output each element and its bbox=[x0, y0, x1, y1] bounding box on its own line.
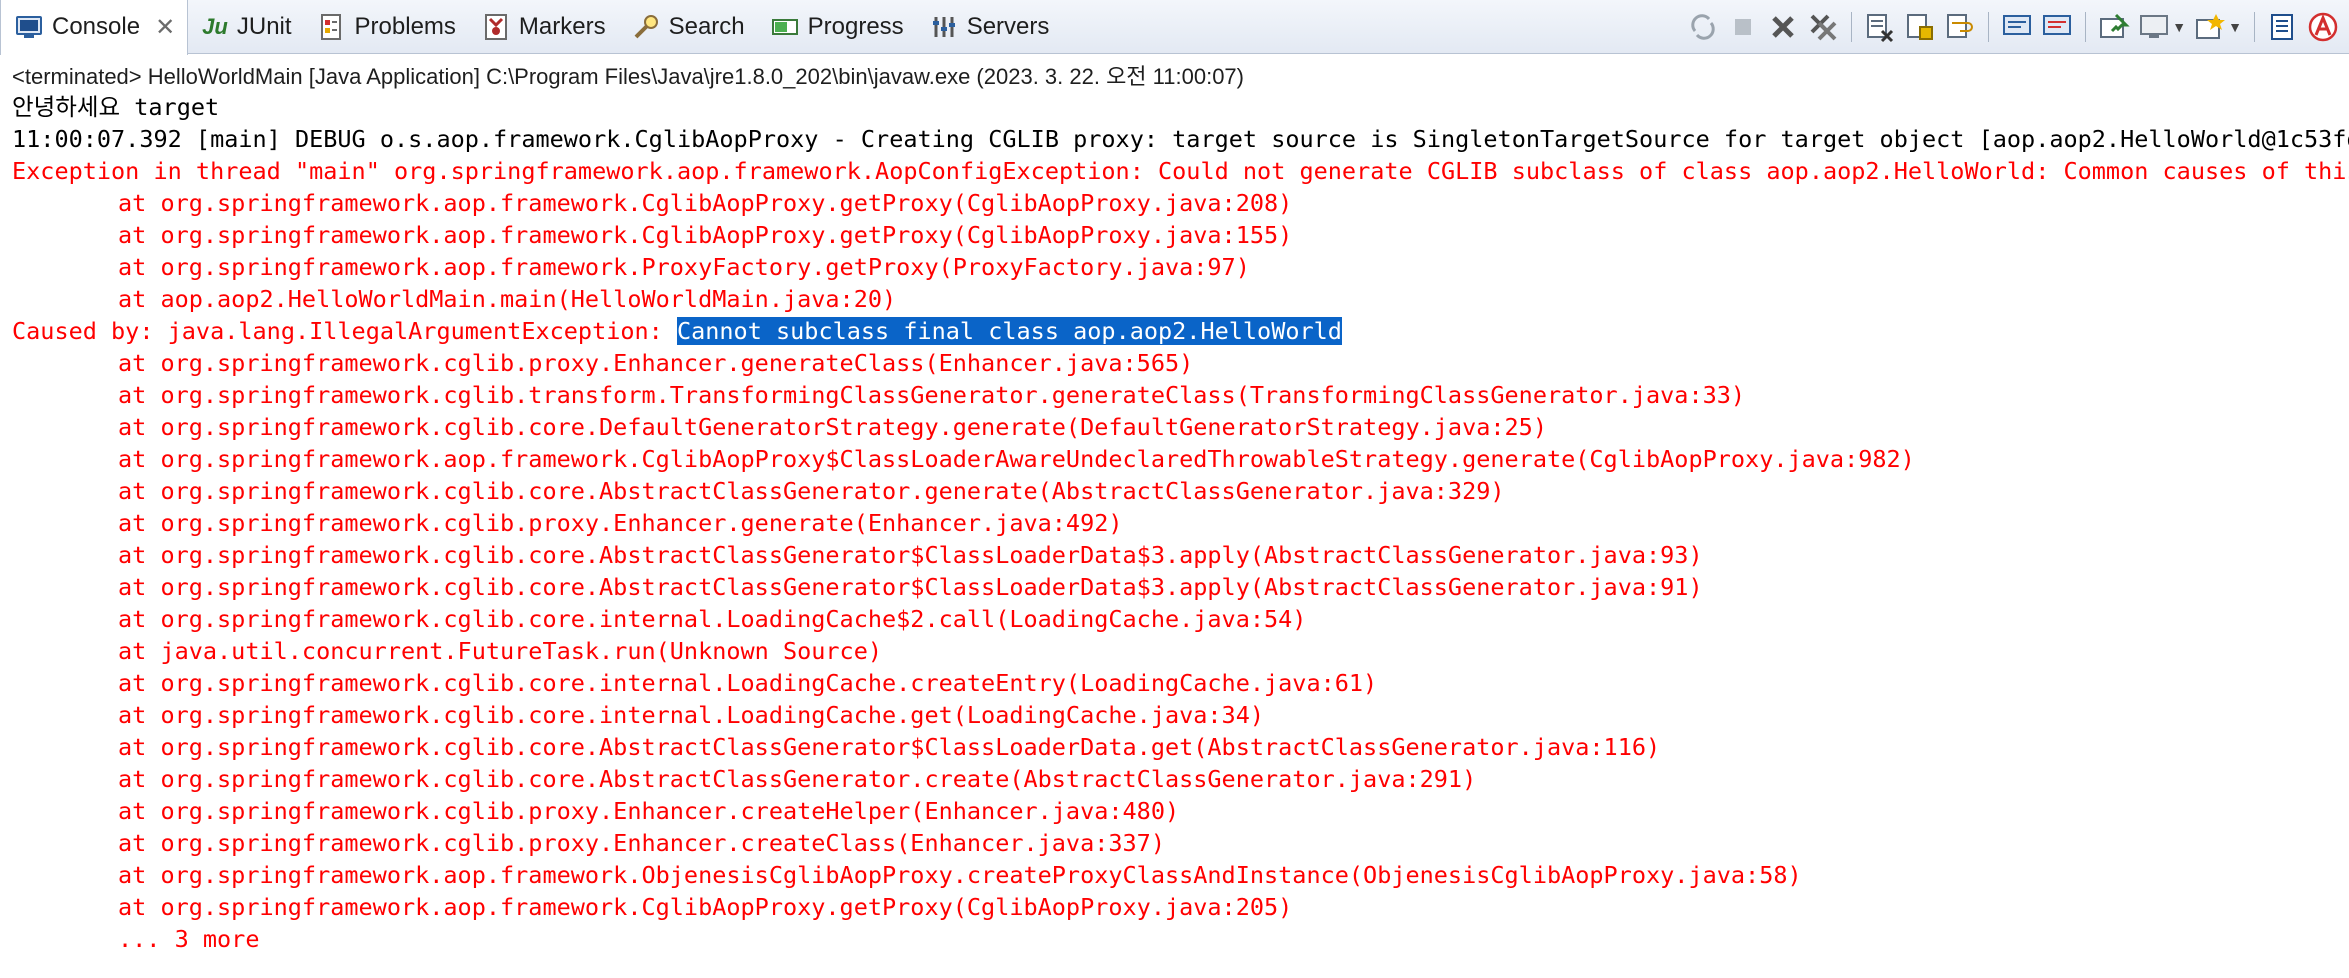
stack-trace-line: at org.springframework.cglib.core.Abstra… bbox=[118, 477, 1505, 505]
toolbar-separator bbox=[1988, 12, 1990, 42]
servers-icon bbox=[930, 13, 958, 41]
stack-trace-line: at org.springframework.cglib.transform.T… bbox=[118, 381, 1746, 409]
problems-icon bbox=[318, 13, 346, 41]
tab-search[interactable]: Search bbox=[618, 0, 757, 54]
stack-trace-line: at org.springframework.cglib.core.Abstra… bbox=[118, 733, 1661, 761]
more-frames-line: ... 3 more bbox=[118, 925, 260, 953]
stack-trace-line: at org.springframework.aop.framework.Cgl… bbox=[118, 893, 1293, 921]
console-output[interactable]: 안녕하세요 target 11:00:07.392 [main] DEBUG o.… bbox=[12, 91, 2349, 971]
console-icon bbox=[15, 13, 43, 41]
caused-by-prefix: Caused by: java.lang.IllegalArgumentExce… bbox=[12, 317, 677, 345]
selected-text[interactable]: Cannot subclass final class aop.aop2.Hel… bbox=[676, 317, 1342, 345]
stack-trace-line: at org.springframework.cglib.core.Abstra… bbox=[118, 765, 1477, 793]
stack-trace-line: at org.springframework.aop.framework.Pro… bbox=[118, 253, 1250, 281]
toolbar-separator bbox=[1851, 12, 1853, 42]
progress-icon bbox=[771, 13, 799, 41]
ime-indicator-icon bbox=[2307, 11, 2339, 43]
tab-search-label: Search bbox=[668, 12, 745, 40]
tab-problems-label: Problems bbox=[354, 12, 456, 40]
tab-junit[interactable]: Ju JUnit bbox=[188, 0, 303, 54]
caused-by-line: Caused by: java.lang.IllegalArgumentExce… bbox=[12, 315, 2349, 347]
stack-trace-line: at org.springframework.cglib.core.Abstra… bbox=[118, 573, 1703, 601]
tab-servers-label: Servers bbox=[966, 12, 1050, 40]
tab-console[interactable]: Console ✕ bbox=[0, 0, 189, 55]
stack-trace-line: at org.springframework.aop.framework.Cgl… bbox=[118, 221, 1293, 249]
tab-servers[interactable]: Servers bbox=[916, 0, 1062, 54]
stack-trace-line: at org.springframework.cglib.core.intern… bbox=[118, 605, 1307, 633]
chevron-down-icon[interactable]: ▼ bbox=[2228, 19, 2242, 35]
remove-launch-icon[interactable] bbox=[1767, 11, 1799, 43]
show-stderr-icon[interactable] bbox=[2041, 11, 2073, 43]
tab-markers-label: Markers bbox=[518, 12, 606, 40]
open-console-icon[interactable] bbox=[2194, 11, 2226, 43]
terminate-icon[interactable] bbox=[1727, 11, 1759, 43]
markers-icon bbox=[482, 13, 510, 41]
stack-trace-line: at org.springframework.aop.framework.Cgl… bbox=[118, 189, 1293, 217]
stack-trace-line: at org.springframework.cglib.core.Abstra… bbox=[118, 541, 1703, 569]
toolbar-separator bbox=[2254, 12, 2255, 42]
exception-header-line: Exception in thread "main" org.springfra… bbox=[12, 157, 2349, 185]
stack-trace-line: at org.springframework.cglib.core.intern… bbox=[118, 669, 1378, 697]
tab-console-label: Console bbox=[52, 13, 141, 40]
stdout-line: 안녕하세요 target bbox=[12, 93, 220, 121]
close-icon[interactable]: ✕ bbox=[155, 13, 175, 42]
console-toolbar: ▼ ▼ bbox=[1687, 0, 2339, 54]
tab-markers[interactable]: Markers bbox=[468, 0, 618, 54]
chevron-down-icon[interactable]: ▼ bbox=[2172, 19, 2186, 35]
tab-junit-label: JUnit bbox=[236, 12, 292, 40]
scroll-lock-icon[interactable] bbox=[1904, 11, 1936, 43]
display-console-icon[interactable] bbox=[2138, 11, 2170, 43]
stdout-line: 11:00:07.392 [main] DEBUG o.s.aop.framew… bbox=[12, 125, 2349, 153]
tab-progress-label: Progress bbox=[807, 12, 904, 40]
stack-trace-line: at org.springframework.cglib.proxy.Enhan… bbox=[118, 829, 1165, 857]
stack-trace-line: at org.springframework.cglib.core.intern… bbox=[118, 701, 1265, 729]
refresh-icon[interactable] bbox=[1687, 11, 1719, 43]
pin-console-icon[interactable] bbox=[2098, 11, 2130, 43]
stack-trace-line: at org.springframework.aop.framework.Obj… bbox=[118, 861, 1802, 889]
show-stdout-icon[interactable] bbox=[2001, 11, 2033, 43]
junit-icon: Ju bbox=[202, 13, 228, 39]
stack-trace-line: at java.util.concurrent.FutureTask.run(U… bbox=[118, 637, 883, 665]
stack-trace-line: at org.springframework.cglib.proxy.Enhan… bbox=[118, 797, 1180, 825]
view-tab-bar: Console ✕ Ju JUnit Problems Markers Sear… bbox=[0, 0, 2349, 55]
stack-trace-line: at org.springframework.cglib.proxy.Enhan… bbox=[118, 509, 1123, 537]
minimize-view-icon[interactable] bbox=[2267, 11, 2299, 43]
word-wrap-icon[interactable] bbox=[1944, 11, 1976, 43]
view-tabs: Console ✕ Ju JUnit Problems Markers Sear… bbox=[0, 0, 1062, 55]
tab-progress[interactable]: Progress bbox=[757, 0, 916, 54]
stack-trace-line: at org.springframework.aop.framework.Cgl… bbox=[118, 445, 1915, 473]
stack-trace-line: at aop.aop2.HelloWorldMain.main(HelloWor… bbox=[118, 285, 897, 313]
toolbar-separator bbox=[2085, 12, 2087, 42]
search-icon bbox=[632, 13, 660, 41]
tab-problems[interactable]: Problems bbox=[304, 0, 468, 54]
stack-trace-line: at org.springframework.cglib.core.Defaul… bbox=[118, 413, 1547, 441]
clear-console-icon[interactable] bbox=[1864, 11, 1896, 43]
launch-status-label: <terminated> HelloWorldMain [Java Applic… bbox=[12, 64, 1244, 89]
stack-trace-line: at org.springframework.cglib.proxy.Enhan… bbox=[118, 349, 1194, 377]
remove-all-terminated-icon[interactable] bbox=[1807, 11, 1839, 43]
